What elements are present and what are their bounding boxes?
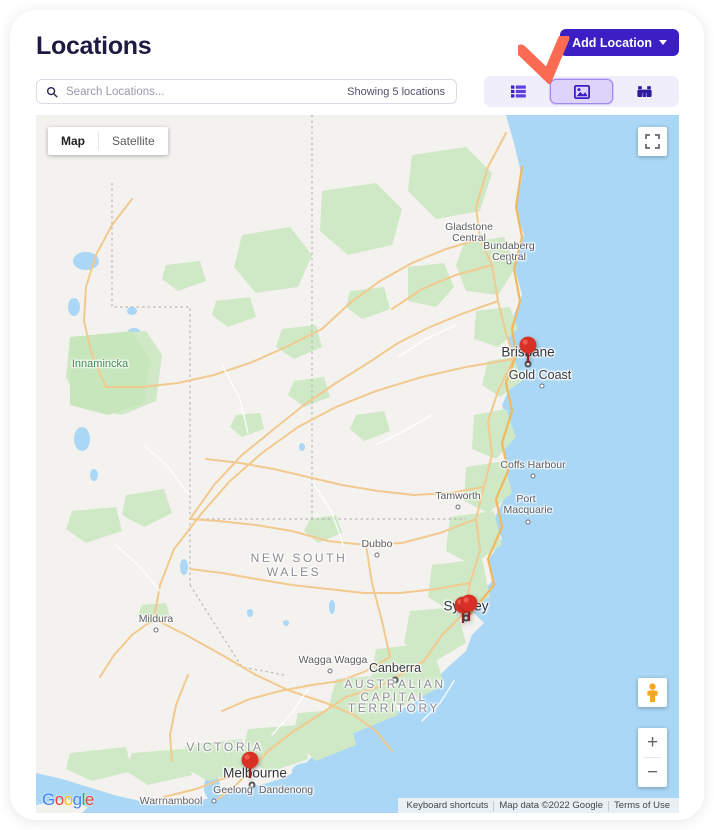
view-toggle-image[interactable]: [550, 79, 613, 104]
city-dot-mildura: [153, 627, 159, 633]
city-dot-dubbo: [374, 552, 380, 558]
street-view-pegman-button[interactable]: [638, 678, 667, 707]
add-location-label: Add Location: [572, 35, 652, 50]
terms-of-use-link[interactable]: Terms of Use: [609, 800, 675, 811]
map-container[interactable]: Gladstone Central Bundaberg Central Innaminc…: [36, 115, 679, 813]
chevron-down-icon: [659, 40, 667, 45]
app-window: Locations Add Location Showing 5 locatio…: [10, 10, 704, 820]
view-toggle-list[interactable]: [487, 79, 550, 104]
search-box[interactable]: Showing 5 locations: [36, 79, 457, 104]
city-dot-wagga-wagga: [327, 668, 333, 674]
page-title: Locations: [36, 32, 152, 60]
binoculars-icon: [637, 85, 652, 97]
map-canvas[interactable]: Gladstone Central Bundaberg Central Innaminc…: [36, 115, 679, 813]
melbourne-marker[interactable]: [241, 751, 260, 779]
city-dot-melbourne: [248, 781, 256, 789]
zoom-in-button[interactable]: +: [638, 728, 667, 757]
city-dot-gold-coast: [539, 383, 545, 389]
view-toggle-group: [484, 76, 679, 107]
zoom-control: + −: [638, 728, 667, 787]
add-location-button[interactable]: Add Location: [560, 29, 679, 56]
city-dot-geelong: [211, 798, 217, 804]
map-type-control: Map Satellite: [48, 127, 168, 155]
view-toggle-map[interactable]: [613, 79, 676, 104]
search-input[interactable]: [66, 85, 348, 98]
brisbane-marker[interactable]: [519, 336, 538, 364]
city-dot-canberra: [391, 676, 399, 684]
fullscreen-icon: [645, 134, 660, 149]
map-type-button-map[interactable]: Map: [48, 127, 98, 155]
results-count-label: Showing 5 locations: [347, 85, 445, 98]
map-type-button-satellite[interactable]: Satellite: [99, 127, 168, 155]
image-icon: [573, 84, 590, 99]
city-dot-dandenong: [267, 787, 273, 793]
city-dot-gladstone: [466, 235, 472, 241]
city-dot-bundaberg: [506, 259, 512, 265]
list-icon: [511, 85, 526, 98]
map-data-label: Map data ©2022 Google: [499, 800, 604, 811]
sydney-marker-2[interactable]: [460, 594, 479, 622]
map-attribution-bar: Keyboard shortcuts Map data ©2022 Google…: [397, 798, 679, 813]
zoom-out-button[interactable]: −: [638, 758, 667, 787]
map-tiles: [36, 115, 679, 813]
keyboard-shortcuts-link[interactable]: Keyboard shortcuts: [402, 800, 494, 811]
city-dot-tamworth: [455, 504, 461, 510]
search-icon: [46, 86, 58, 98]
city-dot-coffs-harbour: [530, 473, 536, 479]
pegman-icon: [647, 682, 658, 702]
fullscreen-button[interactable]: [638, 127, 667, 156]
city-dot-port-macquarie: [525, 519, 531, 525]
google-logo: Google: [42, 790, 94, 809]
